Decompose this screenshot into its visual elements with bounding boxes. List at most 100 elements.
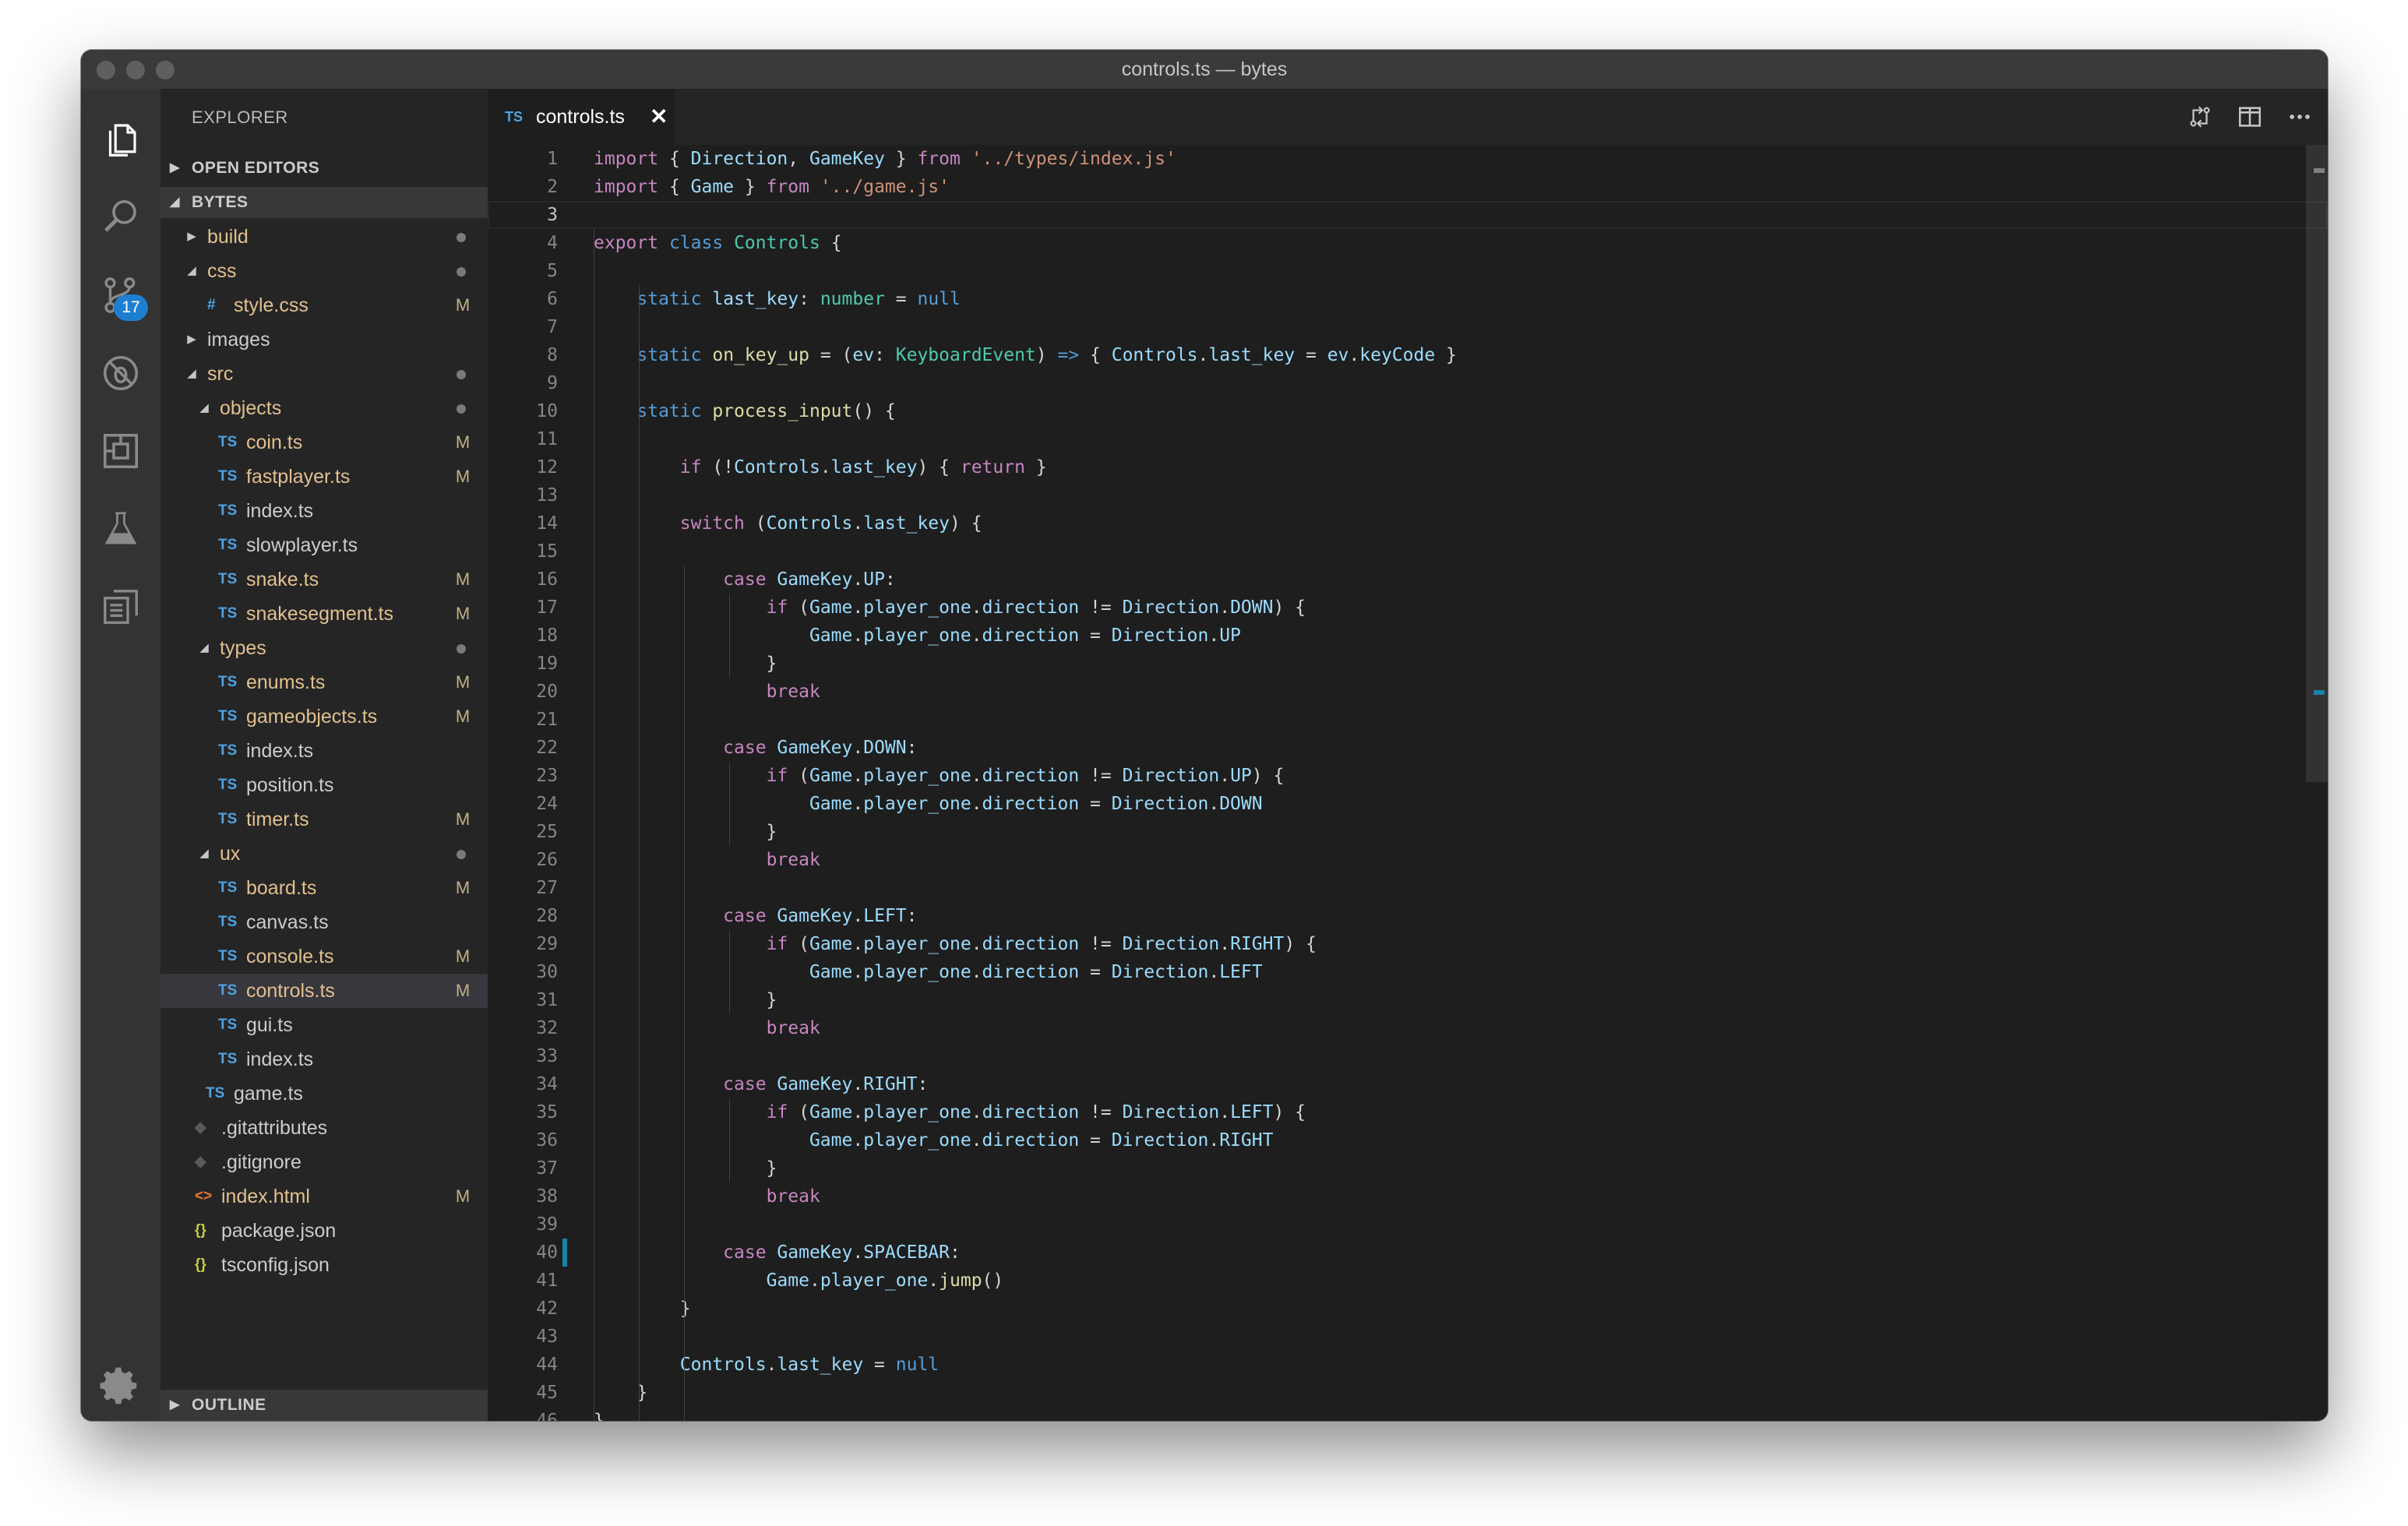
code-token: player_one (863, 597, 971, 618)
tree-item[interactable]: TSsnake.tsM (160, 562, 488, 597)
tree-item[interactable]: ◆.gitignore (160, 1145, 488, 1179)
line-number: 41 (488, 1267, 558, 1295)
tree-item[interactable]: TSgui.ts (160, 1008, 488, 1042)
code-line: 46} (488, 1407, 2328, 1421)
tree-item[interactable]: {}tsconfig.json (160, 1248, 488, 1282)
code-token: Game (767, 1270, 809, 1291)
tree-item[interactable]: TScoin.tsM (160, 425, 488, 460)
tree-item[interactable]: TSboard.tsM (160, 871, 488, 905)
tree-item[interactable]: TScanvas.ts (160, 905, 488, 939)
code-token: . (971, 1102, 982, 1122)
code-token: Controls (767, 513, 853, 534)
tree-item[interactable]: {}package.json (160, 1214, 488, 1248)
code-token: . (1219, 766, 1230, 786)
tree-item[interactable]: TSposition.ts (160, 768, 488, 802)
scrollbar-thumb[interactable] (2306, 145, 2328, 782)
tree-item[interactable]: TSfastplayer.tsM (160, 460, 488, 494)
code-token: Direction (1123, 597, 1220, 618)
code-token: : (907, 738, 918, 758)
code-token: () { (852, 401, 895, 421)
vertical-scrollbar[interactable] (2306, 145, 2328, 1421)
code-token: case (723, 1074, 766, 1094)
tree-item[interactable]: TSslowplayer.ts (160, 528, 488, 562)
code-line: 30 Game.player_one.direction = Direction… (488, 958, 2328, 986)
tree-item[interactable]: TScontrols.tsM (160, 974, 488, 1008)
open-editors-section[interactable]: ▶ OPEN EDITORS (160, 153, 488, 184)
test-flask-icon[interactable] (81, 494, 160, 564)
code-text: static last_key: number = null (594, 285, 961, 313)
window-title: controls.ts — bytes (81, 50, 2328, 89)
tree-item[interactable]: TSgame.ts (160, 1077, 488, 1111)
code-editor[interactable]: 1import { Direction, GameKey } from '../… (488, 145, 2328, 1421)
tree-item[interactable]: ▶build (160, 220, 488, 254)
code-token: . (852, 597, 863, 618)
tree-item[interactable]: ◢ux (160, 837, 488, 871)
line-number: 6 (488, 285, 558, 313)
tree-item[interactable]: TSsnakesegment.tsM (160, 597, 488, 631)
code-token: ) { (1273, 1102, 1306, 1122)
code-token (594, 962, 809, 982)
extensions-icon[interactable] (81, 416, 160, 486)
outline-section[interactable]: ▶ OUTLINE (160, 1390, 488, 1421)
typescript-file-icon: TS (218, 1042, 237, 1077)
tree-item[interactable]: ▶images (160, 322, 488, 357)
tree-item[interactable]: ◆.gitattributes (160, 1111, 488, 1145)
tree-item[interactable]: TSindex.ts (160, 494, 488, 528)
gear-icon[interactable] (81, 1351, 160, 1421)
more-actions-icon[interactable] (2286, 103, 2314, 131)
open-editors-label: OPEN EDITORS (192, 153, 319, 184)
tab-controls-ts[interactable]: TS controls.ts ✕ (488, 89, 675, 145)
code-token: LEFT (1219, 962, 1262, 982)
code-token: . (971, 597, 982, 618)
code-token: import (594, 177, 658, 197)
file-tree: ▶build◢css#style.cssM▶images◢src◢objects… (160, 220, 488, 1282)
tree-item-label: position.ts (246, 768, 334, 802)
tree-item[interactable]: TSgameobjects.tsM (160, 700, 488, 734)
tree-item[interactable]: TSindex.ts (160, 1042, 488, 1077)
code-token: => (1057, 345, 1079, 365)
git-modified-badge: M (453, 802, 472, 837)
search-icon[interactable] (81, 182, 160, 252)
git-modified-dot (457, 404, 466, 414)
tree-item[interactable]: TStimer.tsM (160, 802, 488, 837)
tree-item[interactable]: ◢objects (160, 391, 488, 425)
code-token: ( (788, 1102, 809, 1122)
tree-item[interactable]: ◢src (160, 357, 488, 391)
code-token: } (594, 1411, 605, 1421)
docs-icon[interactable] (81, 572, 160, 642)
code-token: . (852, 962, 863, 982)
tree-item[interactable]: #style.cssM (160, 288, 488, 322)
debug-icon[interactable] (81, 338, 160, 408)
close-icon[interactable]: ✕ (650, 89, 668, 145)
code-token: number (820, 289, 885, 309)
code-token: player_one (863, 962, 971, 982)
code-text: break (594, 1182, 820, 1211)
line-number: 22 (488, 734, 558, 762)
typescript-file-icon: TS (218, 734, 237, 768)
open-changes-icon[interactable] (2186, 103, 2214, 131)
tree-item[interactable]: TSindex.ts (160, 734, 488, 768)
code-token: . (820, 457, 831, 478)
tree-item-label: src (207, 357, 233, 391)
tree-item[interactable]: ◢types (160, 631, 488, 665)
project-section[interactable]: ◢ BYTES (160, 187, 488, 218)
code-token: . (767, 1355, 777, 1375)
code-token: direction (982, 934, 1080, 954)
code-line: 23 if (Game.player_one.direction != Dire… (488, 762, 2328, 790)
split-editor-icon[interactable] (2236, 103, 2264, 131)
code-token: Direction (1112, 626, 1209, 646)
tree-item-label: controls.ts (246, 974, 335, 1008)
tree-item[interactable]: ◢css (160, 254, 488, 288)
line-number: 43 (488, 1323, 558, 1351)
indent-guide (729, 1098, 730, 1182)
tree-item[interactable]: TSconsole.tsM (160, 939, 488, 974)
source-control-icon[interactable]: 17 (81, 260, 160, 330)
code-text: case GameKey.DOWN: (594, 734, 917, 762)
code-token: Game (809, 934, 852, 954)
tree-item[interactable]: <>index.htmlM (160, 1179, 488, 1214)
tree-item[interactable]: TSenums.tsM (160, 665, 488, 700)
explorer-icon[interactable] (81, 104, 160, 174)
code-token: last_key (863, 513, 950, 534)
code-token: DOWN (863, 738, 906, 758)
code-token (701, 345, 712, 365)
